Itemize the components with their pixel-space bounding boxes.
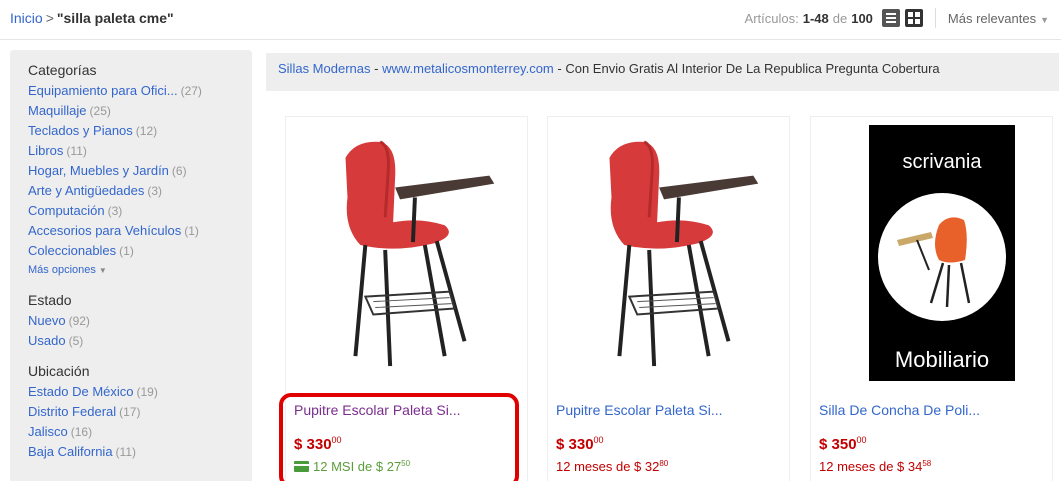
school-chair-image — [345, 140, 495, 367]
category-item[interactable]: Computación (3) — [28, 201, 234, 221]
results-range: 1-48 — [802, 10, 829, 26]
product-title[interactable]: Pupitre Escolar Paleta Si... — [556, 402, 723, 418]
category-item[interactable]: Equipamiento para Ofici... (27) — [28, 81, 234, 101]
product-price: $ 35000 — [819, 435, 867, 453]
category-item[interactable]: Libros (11) — [28, 141, 234, 161]
product-price: $ 33000 — [556, 435, 604, 453]
condition-section: Estado Nuevo (92) Usado (5) — [28, 292, 234, 351]
product-card[interactable]: Pupitre Escolar Paleta Si... $ 33000 12 … — [547, 116, 790, 481]
breadcrumb-query: "silla paleta cme" — [56, 10, 174, 26]
filters-sidebar: Categorías Equipamiento para Ofici... (27… — [10, 50, 252, 481]
more-options-link[interactable]: Más opciones ▼ — [28, 261, 234, 280]
location-item[interactable]: Distrito Federal (17) — [28, 402, 234, 422]
location-item[interactable]: Estado De México (19) — [28, 382, 234, 402]
product-price: $ 33000 — [294, 435, 342, 453]
location-section: Ubicación Estado De México (19) Distrito … — [28, 363, 234, 462]
ad-url[interactable]: www.metalicosmonterrey.com — [382, 61, 554, 76]
breadcrumb: Inicio > "silla paleta cme" — [10, 10, 174, 26]
condition-item[interactable]: Nuevo (92) — [28, 311, 234, 331]
chevron-down-icon: ▼ — [1040, 14, 1049, 25]
category-item[interactable]: Accesorios para Vehículos (1) — [28, 221, 234, 241]
list-view-icon[interactable] — [881, 9, 900, 27]
results-de: de — [832, 10, 848, 26]
product-image[interactable] — [548, 117, 789, 387]
location-item[interactable]: Baja California (11) — [28, 442, 234, 462]
grid-view-icon[interactable] — [904, 9, 923, 27]
location-heading: Ubicación — [28, 363, 90, 379]
chevron-down-icon: ▼ — [98, 266, 107, 275]
installments: 12 MSI de $ 2750 — [294, 459, 410, 474]
product-card[interactable]: scrivania Mobiliario Silla De Concha De … — [810, 116, 1053, 481]
results-total: 100 — [851, 10, 873, 26]
sort-label: Más relevantes — [947, 10, 1037, 26]
image-caption-bottom: Mobiliario — [894, 347, 990, 372]
ad-description: Con Envio Gratis Al Interior De La Repub… — [565, 61, 940, 76]
product-image[interactable] — [286, 117, 527, 387]
divider — [934, 8, 936, 28]
product-card[interactable]: Pupitre Escolar Paleta Si... $ 33000 12 … — [285, 116, 528, 481]
installments: 12 meses de $ 3280 — [556, 459, 669, 474]
results-info: Artículos: 1-48 de 100 Más relevantes ▼ — [745, 6, 1049, 30]
sort-dropdown[interactable]: Más relevantes ▼ — [948, 11, 1049, 26]
product-title[interactable]: Silla De Concha De Poli... — [819, 402, 980, 418]
categories-section: Categorías Equipamiento para Ofici... (27… — [28, 62, 234, 280]
category-item[interactable]: Hogar, Muebles y Jardín (6) — [28, 161, 234, 181]
condition-item[interactable]: Usado (5) — [28, 331, 234, 351]
breadcrumb-home-link[interactable]: Inicio — [10, 10, 43, 26]
school-chair-image — [609, 140, 759, 367]
results-prefix: Artículos: — [744, 10, 799, 26]
product-title[interactable]: Pupitre Escolar Paleta Si... — [294, 402, 461, 418]
category-item[interactable]: Teclados y Pianos (12) — [28, 121, 234, 141]
top-bar: Inicio > "silla paleta cme" Artículos: 1-4… — [0, 0, 1061, 40]
image-caption-top: scrivania — [902, 151, 982, 173]
category-item[interactable]: Maquillaje (25) — [28, 101, 234, 121]
category-item[interactable]: Arte y Antigüedades (3) — [28, 181, 234, 201]
chair-circle-image — [878, 193, 1006, 321]
card-payment-icon — [294, 461, 309, 472]
product-image[interactable]: scrivania Mobiliario — [869, 125, 1015, 381]
ad-title[interactable]: Sillas Modernas — [278, 61, 371, 76]
category-item[interactable]: Coleccionables (1) — [28, 241, 234, 261]
breadcrumb-separator: > — [45, 10, 54, 26]
categories-heading: Categorías — [28, 62, 97, 78]
condition-heading: Estado — [28, 292, 72, 308]
sponsored-ad[interactable]: Sillas Modernas - www.metalicosmonterrey… — [266, 53, 1059, 91]
installments: 12 meses de $ 3458 — [819, 459, 932, 474]
location-item[interactable]: Jalisco (16) — [28, 422, 234, 442]
